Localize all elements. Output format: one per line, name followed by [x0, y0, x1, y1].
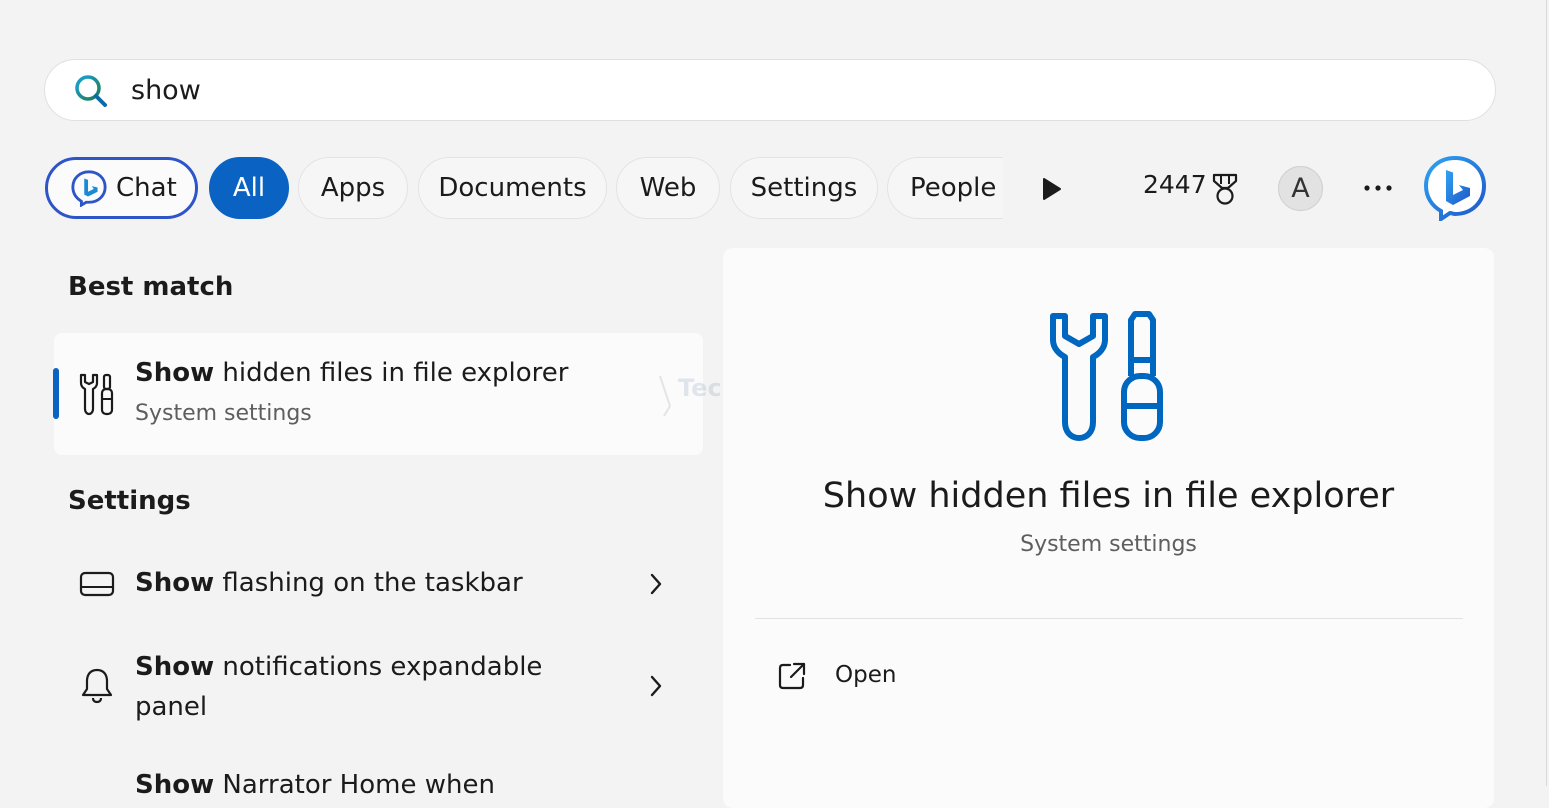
settings-filter-button[interactable]: Settings — [730, 157, 878, 219]
search-box[interactable] — [44, 59, 1496, 121]
best-match-title-rest: hidden files in file explorer — [214, 358, 569, 388]
more-options-icon[interactable] — [1362, 180, 1394, 196]
best-match-title-bold: Show — [135, 358, 215, 388]
settings-result-title-line2: panel — [135, 692, 208, 722]
documents-filter-button[interactable]: Documents — [418, 157, 607, 219]
open-action-label: Open — [835, 662, 897, 688]
settings-result-title-bold: Show — [135, 770, 215, 800]
settings-result-title-rest: notifications expandable — [214, 652, 543, 682]
all-filter-button[interactable]: All — [209, 157, 289, 219]
chat-filter-label: Chat — [116, 173, 177, 203]
settings-result-title-rest: Narrator Home when — [214, 770, 495, 800]
taskbar-icon — [79, 571, 115, 597]
account-avatar[interactable]: A — [1278, 166, 1323, 211]
chat-filter-button[interactable]: Chat — [45, 157, 198, 219]
apps-filter-label: Apps — [320, 173, 386, 203]
avatar-initial: A — [1291, 173, 1310, 204]
tools-icon — [1050, 311, 1163, 441]
medal-icon[interactable] — [1209, 172, 1241, 206]
chevron-right-icon[interactable] — [648, 674, 664, 698]
preview-subtitle: System settings — [1020, 532, 1197, 557]
chevron-right-icon[interactable] — [648, 572, 664, 596]
search-window: Chat All Apps Documents Web Settings Peo… — [0, 0, 1547, 808]
preview-title: Show hidden files in file explorer — [822, 476, 1395, 516]
selection-indicator — [53, 368, 59, 419]
people-filter-button[interactable]: People — [887, 157, 1003, 219]
web-filter-label: Web — [639, 173, 697, 203]
bing-chat-icon — [71, 170, 107, 207]
settings-result-title: Show flashing on the taskbar — [135, 568, 523, 598]
search-icon — [75, 75, 107, 107]
settings-result-title-bold: Show — [135, 568, 215, 598]
apps-filter-button[interactable]: Apps — [298, 157, 408, 219]
web-filter-button[interactable]: Web — [616, 157, 720, 219]
people-filter-label: People — [910, 173, 997, 203]
best-match-title: Show hidden files in file explorer — [135, 358, 568, 388]
settings-result-title-rest: flashing on the taskbar — [214, 568, 523, 598]
open-external-icon — [778, 662, 806, 690]
best-match-subtitle: System settings — [135, 401, 312, 426]
rewards-points[interactable]: 2447 — [1143, 170, 1207, 199]
search-input[interactable] — [131, 70, 1431, 110]
documents-filter-label: Documents — [438, 173, 587, 203]
preview-divider — [755, 618, 1463, 619]
settings-filter-label: Settings — [750, 173, 858, 203]
bell-icon — [81, 668, 113, 704]
settings-result-title[interactable]: Show Narrator Home when — [135, 770, 495, 800]
bing-chat-icon[interactable] — [1422, 155, 1488, 221]
all-filter-label: All — [232, 173, 266, 203]
settings-result-title: Show notifications expandable — [135, 652, 542, 682]
scroll-filters-right-icon[interactable] — [1040, 176, 1064, 202]
best-match-heading: Best match — [68, 272, 234, 302]
settings-result-title-bold: Show — [135, 652, 215, 682]
best-match-result[interactable] — [54, 333, 703, 455]
tools-icon — [79, 373, 114, 416]
settings-heading: Settings — [68, 486, 191, 516]
